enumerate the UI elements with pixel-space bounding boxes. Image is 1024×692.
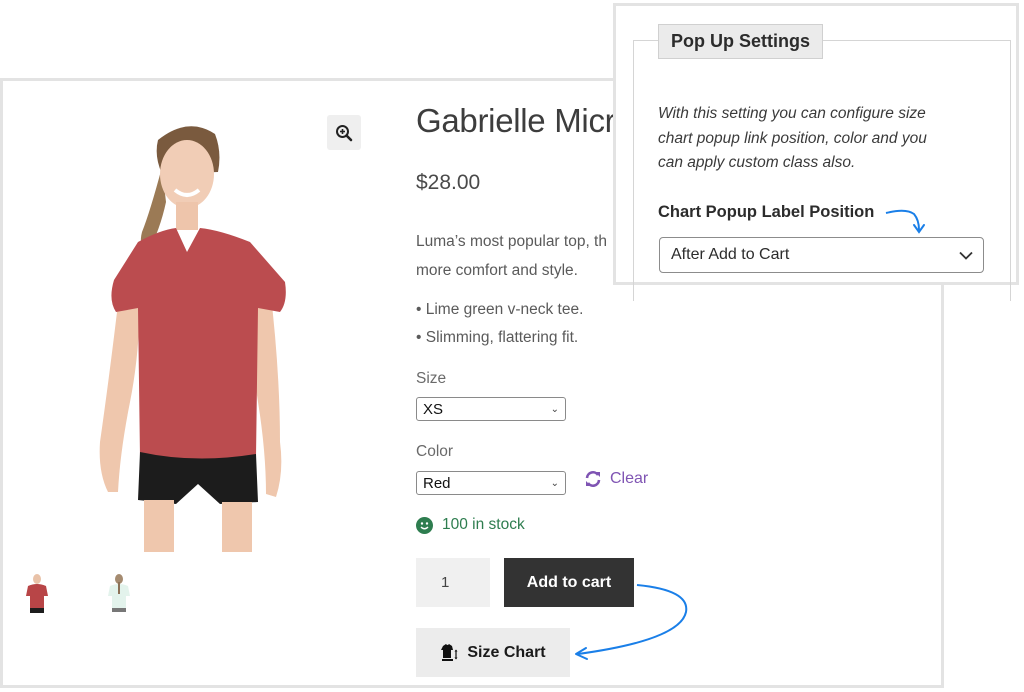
color-select[interactable]: Red ⌄ bbox=[416, 471, 566, 495]
feature-item: • Lime green v-neck tee. bbox=[416, 301, 584, 318]
thumbnail-back[interactable] bbox=[106, 574, 132, 616]
chevron-down-icon bbox=[959, 251, 973, 260]
annotation-arrow-small bbox=[885, 209, 925, 234]
smiley-icon bbox=[416, 516, 433, 534]
help-line: With this setting you can configure size bbox=[658, 105, 926, 122]
clear-label: Clear bbox=[610, 470, 649, 487]
chevron-down-icon: ⌄ bbox=[550, 477, 559, 489]
quantity-value: 1 bbox=[441, 574, 450, 591]
help-line: can apply custom class also. bbox=[658, 154, 856, 171]
thumbnail-front[interactable] bbox=[24, 574, 50, 616]
popup-settings-panel: Pop Up Settings With this setting you ca… bbox=[613, 3, 1019, 301]
size-select[interactable]: XS ⌄ bbox=[416, 397, 566, 421]
description-line: Luma’s most popular top, th bbox=[416, 233, 607, 250]
product-price: $28.00 bbox=[416, 171, 481, 194]
stock-text: 100 in stock bbox=[442, 516, 525, 533]
color-select-value: Red bbox=[423, 474, 451, 492]
help-line: chart popup link position, color and you bbox=[658, 129, 927, 147]
zoom-in-icon bbox=[336, 124, 353, 141]
size-chart-button[interactable]: Size Chart bbox=[416, 628, 570, 677]
label-position-select[interactable]: After Add to Cart bbox=[659, 237, 984, 273]
clear-variations-link[interactable]: Clear bbox=[584, 470, 648, 488]
label-position-label: Chart Popup Label Position bbox=[658, 203, 875, 221]
product-description: Luma’s most popular top, th more comfort… bbox=[416, 227, 607, 285]
add-to-cart-button[interactable]: Add to cart bbox=[504, 558, 634, 607]
product-main-image[interactable] bbox=[80, 112, 310, 552]
refresh-icon bbox=[585, 471, 601, 487]
feature-item: • Slimming, flattering fit. bbox=[416, 329, 579, 346]
tshirt-size-icon bbox=[441, 643, 458, 661]
size-chart-label: Size Chart bbox=[467, 643, 546, 661]
quantity-input[interactable]: 1 bbox=[416, 558, 490, 607]
chevron-down-icon: ⌄ bbox=[550, 403, 559, 415]
description-line: more comfort and style. bbox=[416, 262, 578, 279]
image-zoom-button[interactable] bbox=[327, 115, 361, 150]
label-position-value: After Add to Cart bbox=[671, 246, 790, 263]
product-title: Gabrielle Micro bbox=[416, 102, 634, 139]
product-features: • Lime green v-neck tee. • Slimming, fla… bbox=[416, 296, 583, 352]
stock-status: 100 in stock bbox=[416, 516, 525, 534]
color-label: Color bbox=[416, 443, 454, 460]
size-label: Size bbox=[416, 370, 447, 387]
settings-help-text: With this setting you can configure size… bbox=[658, 102, 978, 176]
size-select-value: XS bbox=[423, 400, 444, 418]
settings-legend: Pop Up Settings bbox=[658, 24, 823, 59]
